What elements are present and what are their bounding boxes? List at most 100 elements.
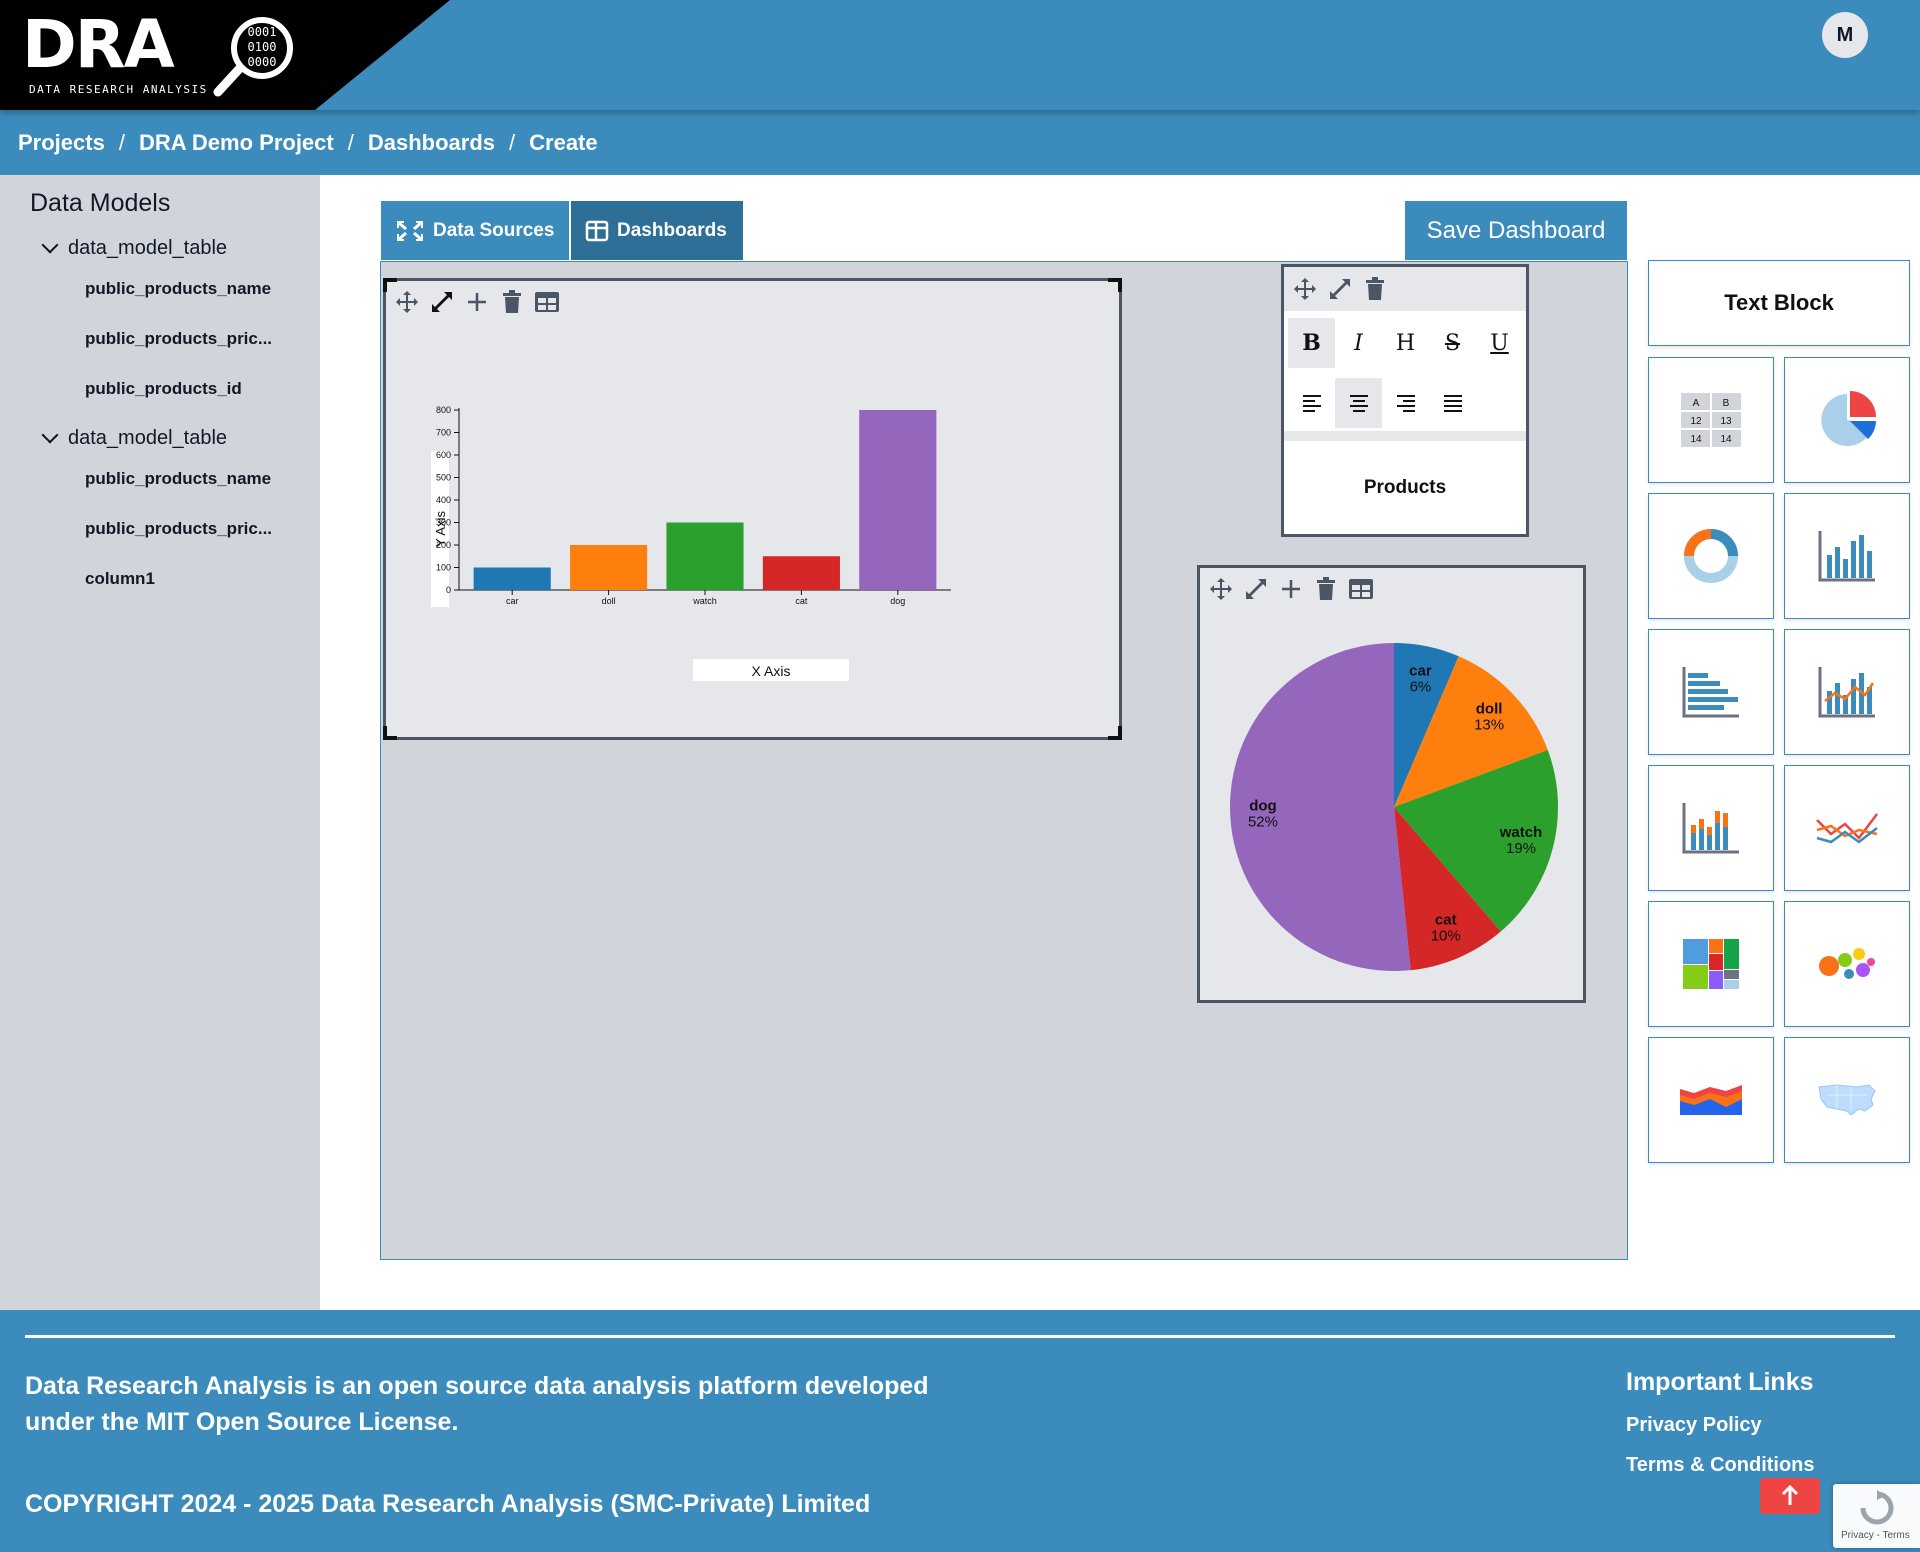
y-tick-label: 100: [436, 563, 451, 573]
x-tick-label: cat: [795, 596, 808, 606]
logo-binary-2: 0100: [248, 40, 277, 54]
recaptcha-icon: [1860, 1490, 1894, 1525]
treemap-widget-button[interactable]: [1648, 901, 1774, 1027]
tab-data-sources[interactable]: Data Sources: [381, 201, 569, 260]
text-format-toolbar: B I H S U: [1288, 318, 1523, 368]
table-widget-button[interactable]: A B 12 13 14 14: [1648, 357, 1774, 483]
model-column[interactable]: column1: [85, 569, 155, 589]
model-column[interactable]: public_products_name: [85, 279, 271, 299]
model-column[interactable]: public_products_name: [85, 469, 271, 489]
x-tick-label: dog: [890, 596, 905, 606]
align-center-icon[interactable]: [1335, 378, 1382, 428]
resize-icon[interactable]: [1327, 276, 1353, 302]
chevron-down-icon[interactable]: [41, 236, 59, 253]
data-model-group[interactable]: data_model_table: [41, 236, 228, 260]
privacy-policy-link[interactable]: Privacy Policy: [1626, 1414, 1762, 1437]
tab-dashboards[interactable]: Dashboards: [571, 201, 743, 260]
vertical-bar-chart-widget-button[interactable]: [1784, 493, 1910, 619]
footer-divider: [25, 1335, 1895, 1338]
footer-links-title: Important Links: [1626, 1368, 1814, 1396]
slice-label: cat: [1435, 912, 1457, 929]
svg-text:12: 12: [1690, 416, 1702, 427]
heading-button[interactable]: H: [1382, 318, 1429, 368]
scroll-to-top-button[interactable]: [1760, 1478, 1820, 1514]
data-models-sidebar: Data Models data_model_table public_prod…: [0, 175, 320, 1310]
save-dashboard-button[interactable]: Save Dashboard: [1405, 201, 1627, 260]
breadcrumb-project[interactable]: DRA Demo Project: [139, 130, 334, 156]
breadcrumb-dashboards[interactable]: Dashboards: [368, 130, 495, 156]
bar-chart: Y Axis X Axis 0100200300400500600700800c…: [431, 405, 951, 681]
multi-line-chart-icon: [1816, 813, 1878, 844]
breadcrumb-create[interactable]: Create: [529, 130, 597, 156]
breadcrumb-separator: /: [118, 129, 125, 155]
slice-percent: 13%: [1474, 717, 1504, 734]
text-block-widget[interactable]: B I H S U Products: [1281, 264, 1529, 537]
svg-text:A: A: [1693, 398, 1700, 409]
donut-chart-widget-button[interactable]: [1648, 493, 1774, 619]
horizontal-bar-chart-widget-button[interactable]: [1648, 629, 1774, 755]
pie-chart-widget-button[interactable]: [1784, 357, 1910, 483]
text-block-palette-item[interactable]: Text Block: [1648, 260, 1910, 346]
top-header: DRA 0001 0100 0000 DATA RESEARCH ANALYSI…: [0, 0, 1920, 110]
usa-map-widget-button[interactable]: [1784, 1037, 1910, 1163]
trash-icon[interactable]: [1362, 276, 1388, 302]
bar-line-combo-widget-button[interactable]: [1784, 629, 1910, 755]
resize-handle[interactable]: [383, 726, 397, 740]
strikethrough-button[interactable]: S: [1429, 318, 1476, 368]
usa-map-icon: [1818, 1084, 1876, 1116]
stacked-area-chart-icon: [1680, 1085, 1742, 1115]
slice-percent: 19%: [1506, 840, 1536, 857]
data-sources-icon: [397, 220, 423, 241]
model-column[interactable]: public_products_id: [85, 379, 242, 399]
resize-handle[interactable]: [1108, 726, 1122, 740]
arrow-up-icon: [1781, 1485, 1799, 1505]
logo[interactable]: DRA 0001 0100 0000 DATA RESEARCH ANALYSI…: [0, 0, 450, 110]
multi-line-chart-widget-button[interactable]: [1784, 765, 1910, 891]
y-tick-label: 500: [436, 473, 451, 483]
align-justify-icon[interactable]: [1429, 378, 1476, 428]
text-block-content[interactable]: Products: [1284, 477, 1526, 499]
x-axis-label: X Axis: [752, 663, 791, 679]
breadcrumb-projects[interactable]: Projects: [18, 130, 105, 156]
y-tick-label: 700: [436, 428, 451, 438]
logo-subtitle: DATA RESEARCH ANALYSIS: [29, 83, 208, 96]
data-model-group[interactable]: data_model_table: [41, 426, 227, 450]
bubble-chart-widget-button[interactable]: [1784, 901, 1910, 1027]
bubble-chart-icon: [1819, 948, 1875, 979]
y-tick-label: 200: [436, 540, 451, 550]
breadcrumb-separator: /: [347, 129, 354, 155]
stacked-bar-chart-widget-button[interactable]: [1648, 765, 1774, 891]
svg-text:14: 14: [1690, 434, 1702, 445]
y-tick-label: 800: [436, 405, 451, 415]
model-column[interactable]: public_products_pric...: [85, 329, 272, 349]
chevron-down-icon[interactable]: [41, 426, 59, 443]
treemap-icon: [1683, 939, 1739, 989]
move-icon[interactable]: [1292, 276, 1318, 302]
bar-chart-widget[interactable]: Y Axis X Axis 0 100 200 300 400 500 600 700 800 c…: [383, 278, 1122, 740]
align-left-icon[interactable]: [1288, 378, 1335, 428]
pie-chart-widget[interactable]: car 6% doll 13% watch 19% cat 10% dog 52%: [1197, 565, 1586, 1003]
model-column[interactable]: public_products_pric...: [85, 519, 272, 539]
vertical-bar-chart-icon: [1818, 531, 1875, 582]
terms-conditions-link[interactable]: Terms & Conditions: [1626, 1454, 1815, 1477]
recaptcha-badge[interactable]: Privacy - Terms: [1833, 1484, 1920, 1548]
underline-button[interactable]: U: [1476, 318, 1523, 368]
editor-divider: [1284, 431, 1526, 441]
align-right-icon[interactable]: [1382, 378, 1429, 428]
footer-copyright: COPYRIGHT 2024 - 2025 Data Research Anal…: [25, 1490, 871, 1518]
bold-button[interactable]: B: [1288, 318, 1335, 368]
italic-button[interactable]: I: [1335, 318, 1382, 368]
text-align-toolbar: [1288, 378, 1476, 428]
bar-watch: [666, 522, 744, 590]
stacked-area-chart-widget-button[interactable]: [1648, 1037, 1774, 1163]
pie-chart: car6% doll13% watch19% cat10% dog52%: [1229, 643, 1558, 971]
bar-cat: [762, 556, 840, 590]
x-tick-label: watch: [692, 596, 717, 606]
user-avatar[interactable]: M: [1822, 12, 1868, 58]
resize-handle[interactable]: [383, 278, 397, 292]
tab-dashboards-label: Dashboards: [617, 219, 727, 241]
svg-text:14: 14: [1720, 434, 1732, 445]
data-model-name: data_model_table: [68, 237, 228, 259]
resize-handle[interactable]: [1108, 278, 1122, 292]
sidebar-title: Data Models: [30, 189, 171, 217]
